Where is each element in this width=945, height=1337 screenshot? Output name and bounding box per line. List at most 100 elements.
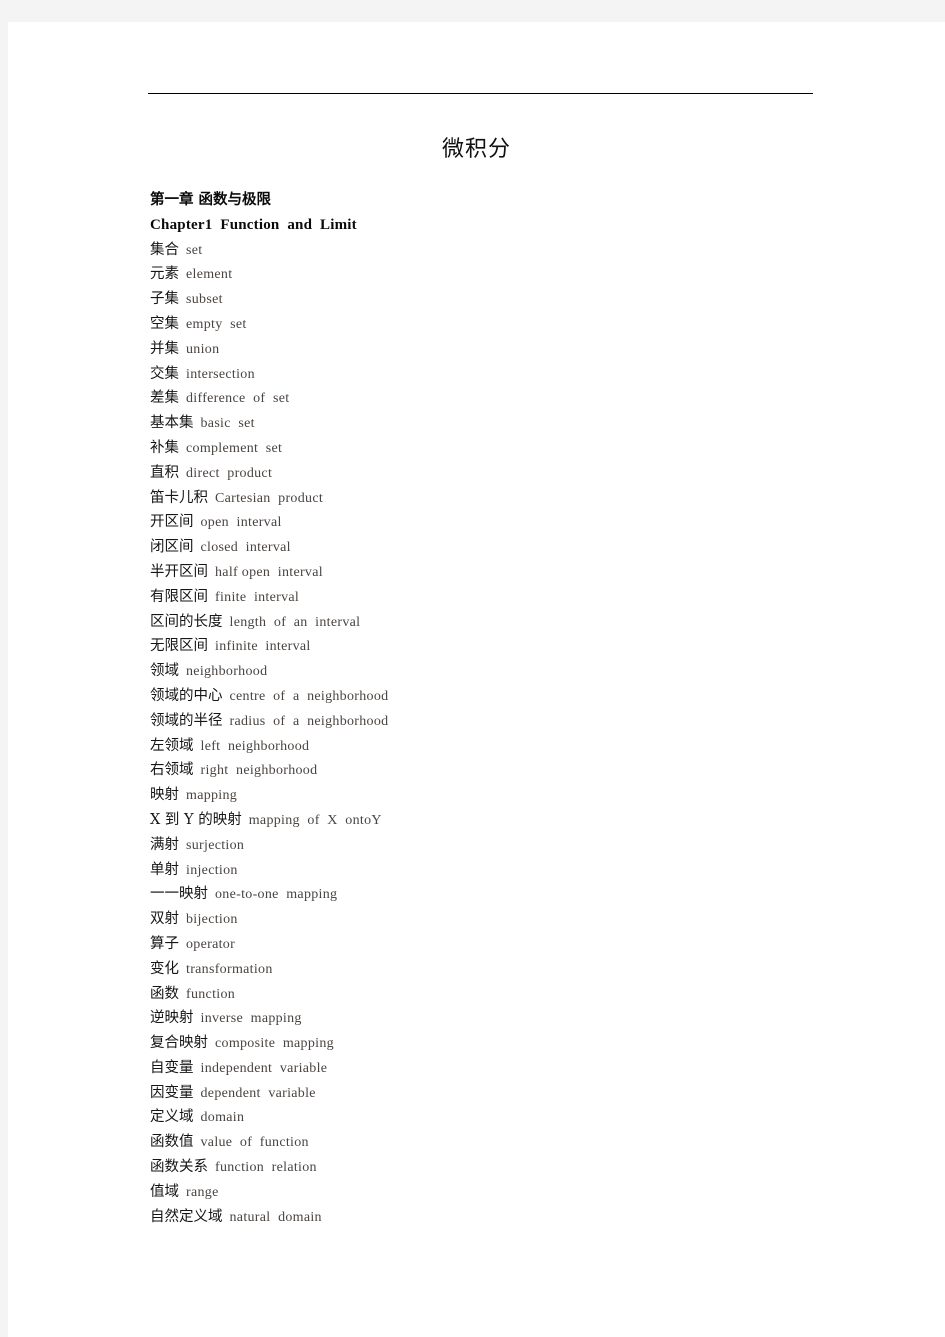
glossary-row: 领域的半径 radius of a neighborhood	[150, 709, 850, 734]
term-chinese: 开区间	[150, 514, 194, 531]
term-english: centre of a neighborhood	[229, 688, 389, 704]
term-english: left neighborhood	[200, 738, 310, 754]
glossary-row: 自变量 independent variable	[150, 1056, 850, 1081]
term-english: Cartesian product	[215, 490, 324, 506]
chapter-heading-1: Chapter1 Function and Limit	[150, 216, 357, 233]
term-chinese: 半开区间	[150, 563, 208, 580]
glossary-row: 元素 element	[150, 262, 850, 287]
term-chinese: 函数关系	[150, 1159, 208, 1176]
glossary-row: 左领域 left neighborhood	[150, 734, 850, 759]
glossary-row: 交集 intersection	[150, 362, 850, 387]
term-chinese: 并集	[150, 340, 179, 357]
term-chinese: 右领域	[150, 762, 194, 779]
glossary-row: 半开区间 half open interval	[150, 560, 850, 585]
glossary-row: 单射 injection	[150, 858, 850, 883]
term-chinese: 领域	[150, 663, 179, 680]
term-chinese: 算子	[150, 935, 179, 952]
term-english: inverse mapping	[200, 1011, 302, 1027]
chapter-headings: 第一章 函数与极限 Chapter1 Function and Limit	[150, 188, 850, 238]
term-english: set	[186, 242, 203, 258]
term-english: closed interval	[200, 540, 291, 556]
glossary-row: 一一映射 one-to-one mapping	[150, 882, 850, 907]
term-chinese: 无限区间	[150, 638, 208, 655]
term-english: composite mapping	[215, 1036, 334, 1052]
glossary-row: 自然定义域 natural domain	[150, 1205, 850, 1230]
term-english: domain	[200, 1110, 245, 1126]
term-chinese: 逆映射	[150, 1010, 194, 1027]
term-english: range	[186, 1184, 219, 1200]
glossary-row: 并集 union	[150, 337, 850, 362]
term-chinese: 笛卡儿积	[150, 489, 208, 506]
glossary-row: 区间的长度 length of an interval	[150, 610, 850, 635]
term-english: basic set	[200, 416, 255, 432]
header-rule	[148, 93, 813, 94]
term-english: bijection	[186, 912, 238, 928]
term-chinese: 集合	[150, 241, 179, 258]
glossary-row: 满射 surjection	[150, 833, 850, 858]
glossary-row: 开区间 open interval	[150, 510, 850, 535]
term-chinese: 变化	[150, 960, 179, 977]
term-chinese: 领域的中心	[150, 687, 223, 704]
term-chinese: 元素	[150, 266, 179, 283]
glossary-list: 集合 set 元素 element 子集 subset 空集 empty set 并集 union…	[150, 238, 850, 1230]
glossary-row: 函数 function	[150, 982, 850, 1007]
term-chinese: 区间的长度	[150, 613, 223, 630]
term-english: function relation	[215, 1160, 317, 1176]
glossary-row: 函数值 value of function	[150, 1130, 850, 1155]
term-chinese: 单射	[150, 861, 179, 878]
term-english: surjection	[186, 837, 245, 853]
term-chinese: 子集	[150, 291, 179, 308]
term-chinese: 自变量	[150, 1059, 194, 1076]
term-english: function	[186, 986, 236, 1002]
term-chinese: 函数值	[150, 1134, 194, 1151]
term-english: neighborhood	[186, 664, 268, 680]
term-chinese: 满射	[150, 836, 179, 853]
term-english: length of an interval	[229, 614, 361, 630]
glossary-row: 直积 direct product	[150, 461, 850, 486]
term-english: empty set	[186, 316, 247, 332]
term-chinese: 补集	[150, 439, 179, 456]
term-english: difference of set	[186, 391, 290, 407]
term-english: injection	[186, 862, 238, 878]
glossary-row: X 到 Y 的映射 mapping of X ontoY	[150, 808, 850, 833]
term-english: right neighborhood	[200, 763, 318, 779]
term-chinese: 闭区间	[150, 539, 194, 556]
term-english: mapping of X ontoY	[248, 812, 382, 828]
glossary-row: 补集 complement set	[150, 436, 850, 461]
glossary-row: 闭区间 closed interval	[150, 535, 850, 560]
term-chinese: 交集	[150, 365, 179, 382]
term-english: element	[186, 267, 233, 283]
term-chinese: 因变量	[150, 1084, 194, 1101]
term-chinese: 函数	[150, 985, 179, 1002]
term-english: mapping	[186, 788, 238, 804]
term-english: independent variable	[200, 1060, 328, 1076]
term-english: intersection	[186, 366, 255, 382]
term-english: operator	[186, 936, 236, 952]
term-english: direct product	[186, 465, 273, 481]
glossary-row: 因变量 dependent variable	[150, 1081, 850, 1106]
term-english: natural domain	[229, 1209, 322, 1225]
glossary-row: 无限区间 infinite interval	[150, 634, 850, 659]
term-chinese: 差集	[150, 390, 179, 407]
document-body: 第一章 函数与极限 Chapter1 Function and Limit 集合 s…	[150, 188, 850, 1229]
term-chinese: 左领域	[150, 737, 194, 754]
term-chinese: 复合映射	[150, 1035, 208, 1052]
glossary-row: 逆映射 inverse mapping	[150, 1006, 850, 1031]
term-chinese: X 到 Y 的映射	[150, 811, 242, 828]
term-chinese: 映射	[150, 787, 179, 804]
glossary-row: 笛卡儿积 Cartesian product	[150, 486, 850, 511]
glossary-row: 空集 empty set	[150, 312, 850, 337]
glossary-row: 右领域 right neighborhood	[150, 758, 850, 783]
term-chinese: 空集	[150, 315, 179, 332]
term-english: union	[186, 341, 220, 357]
glossary-row: 算子 operator	[150, 932, 850, 957]
term-chinese: 基本集	[150, 415, 194, 432]
glossary-row: 值域 range	[150, 1180, 850, 1205]
glossary-row: 子集 subset	[150, 287, 850, 312]
glossary-row: 差集 difference of set	[150, 386, 850, 411]
glossary-row: 基本集 basic set	[150, 411, 850, 436]
term-chinese: 自然定义域	[150, 1208, 223, 1225]
glossary-row: 领域 neighborhood	[150, 659, 850, 684]
term-chinese: 值域	[150, 1183, 179, 1200]
glossary-row: 有限区间 finite interval	[150, 585, 850, 610]
